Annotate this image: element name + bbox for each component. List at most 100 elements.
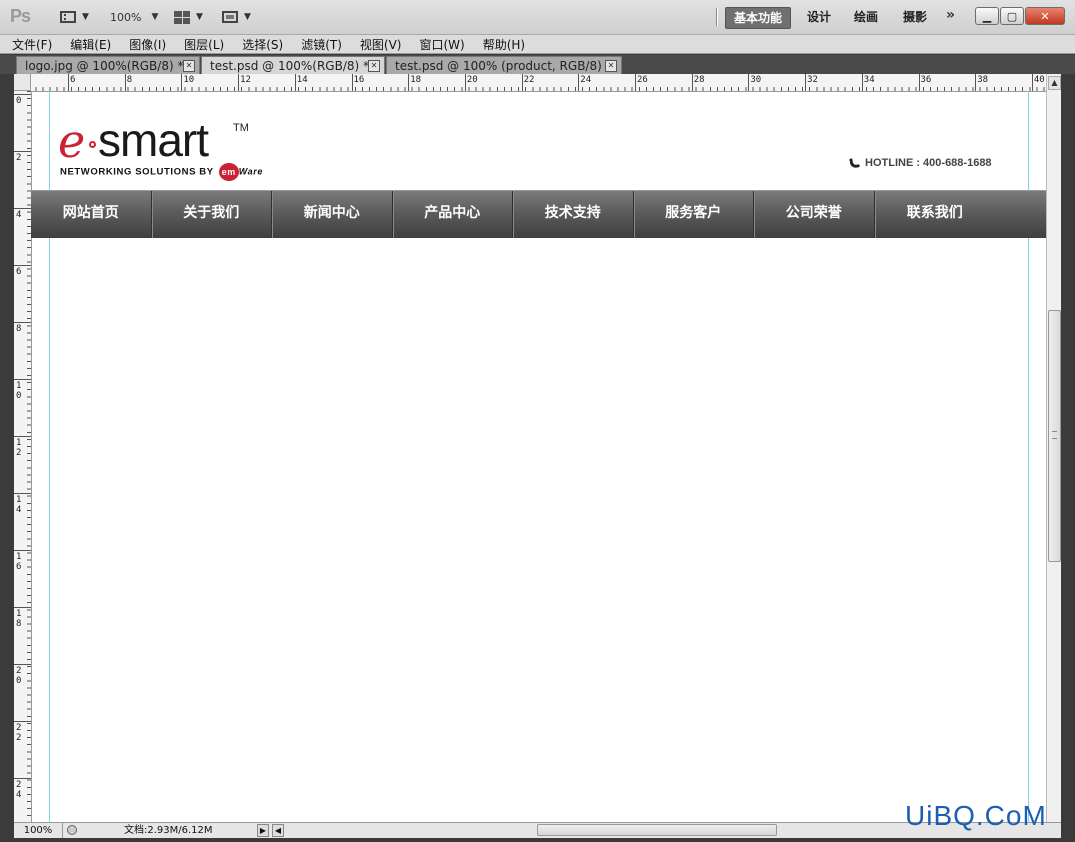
tab-test-psd[interactable]: test.psd @ 100%(RGB/8) * ✕ xyxy=(201,56,385,74)
nav-item-products[interactable]: 产品中心 xyxy=(393,191,513,238)
watermark: UiBQ.CoM xyxy=(905,800,1047,831)
ruler-tick xyxy=(238,74,240,91)
zoom-level-value: 100% xyxy=(110,10,142,24)
maximize-icon: ▢ xyxy=(1006,9,1018,23)
ruler-label: 6 xyxy=(70,75,76,85)
chevron-down-icon: ▼ xyxy=(244,12,251,22)
logo-trademark: TM xyxy=(233,122,249,134)
ruler-tick xyxy=(181,74,183,91)
ruler-label: 18 xyxy=(410,75,422,85)
ruler-label: 16 xyxy=(353,75,365,85)
zoom-options-icon[interactable] xyxy=(67,825,77,835)
ruler-label: 14 xyxy=(296,75,308,85)
zoom-level-select[interactable]: 100% ▼ xyxy=(110,8,158,26)
nav-item-contact[interactable]: 联系我们 xyxy=(875,191,996,238)
menu-layer[interactable]: 图层(L) xyxy=(184,36,224,53)
film-icon xyxy=(60,11,76,23)
more-workspaces-button[interactable]: » xyxy=(946,7,955,23)
workspace-design[interactable]: 设计 xyxy=(799,7,839,27)
ruler-tick xyxy=(14,379,31,380)
ruler-label: 20 xyxy=(16,666,22,686)
hotline: HOTLINE : 400-688-1688 xyxy=(850,157,992,169)
ruler-tick xyxy=(14,265,31,266)
ruler-label: 16 xyxy=(16,552,22,572)
ruler-label: 18 xyxy=(16,609,22,629)
vertical-scroll-thumb[interactable] xyxy=(1048,310,1061,562)
menu-file[interactable]: 文件(F) xyxy=(12,36,52,53)
tab-label: logo.jpg @ 100%(RGB/8) * xyxy=(25,58,184,73)
close-tab-icon[interactable]: ✕ xyxy=(183,60,195,72)
arrange-documents-button[interactable]: ▼ xyxy=(174,8,203,26)
scroll-up-icon[interactable]: ▲ xyxy=(1048,76,1061,90)
logo-e: e xyxy=(58,114,86,168)
nav-item-about[interactable]: 关于我们 xyxy=(152,191,272,238)
minimize-button[interactable]: ▁ xyxy=(975,7,999,25)
nav-item-service[interactable]: 服务客户 xyxy=(634,191,754,238)
ruler-label: 24 xyxy=(580,75,592,85)
ruler-tick xyxy=(14,607,31,608)
close-tab-icon[interactable]: ✕ xyxy=(605,60,617,72)
vertical-scrollbar[interactable]: ▲ xyxy=(1046,74,1061,822)
document-canvas[interactable]: 6 8 10 12 14 16 18 20 22 24 26 28 30 32 34 36 38 40 02468… xyxy=(14,74,1046,822)
screen-mode-icon xyxy=(222,11,238,23)
launch-bridge-button[interactable]: ▼ xyxy=(60,8,89,26)
ruler-tick xyxy=(975,74,977,91)
menu-filter[interactable]: 滤镜(T) xyxy=(301,36,342,53)
ruler-tick xyxy=(14,550,31,551)
ruler-tick xyxy=(578,74,580,91)
nav-item-support[interactable]: 技术支持 xyxy=(513,191,634,238)
menu-view[interactable]: 视图(V) xyxy=(360,36,402,53)
menu-window[interactable]: 窗口(W) xyxy=(419,36,464,53)
ruler-tick xyxy=(14,436,31,437)
ruler-tick xyxy=(351,74,353,91)
menu-image[interactable]: 图像(I) xyxy=(129,36,166,53)
ruler-tick xyxy=(805,74,807,91)
maximize-button[interactable]: ▢ xyxy=(1000,7,1024,25)
close-icon: ✕ xyxy=(1040,9,1050,23)
ruler-tick xyxy=(14,721,31,722)
workspace-painting[interactable]: 绘画 xyxy=(846,7,886,27)
scroll-left-icon[interactable]: ◀ xyxy=(272,824,284,837)
nav-item-honors[interactable]: 公司荣誉 xyxy=(754,191,875,238)
close-tab-icon[interactable]: ✕ xyxy=(368,60,380,72)
screen-mode-button[interactable]: ▼ xyxy=(222,8,251,26)
tab-logo-jpg[interactable]: logo.jpg @ 100%(RGB/8) * ✕ xyxy=(16,56,200,74)
status-bar: 100% 文档:2.93M/6.12M ▶ ◀ xyxy=(14,822,1061,838)
ruler-label: 38 xyxy=(977,75,989,85)
emware-badge: em xyxy=(218,163,239,181)
workspace-essentials[interactable]: 基本功能 xyxy=(725,7,792,29)
grip-icon xyxy=(1052,431,1057,439)
ruler-label: 4 xyxy=(16,210,22,220)
hotline-text: HOTLINE : 400-688-1688 xyxy=(865,157,992,169)
tab-test-psd-product[interactable]: test.psd @ 100% (product, RGB/8) * ✕ xyxy=(386,56,622,74)
ruler-tick xyxy=(635,74,636,91)
ruler-label: 24 xyxy=(16,780,22,800)
logo-tagline: NETWORKING SOLUTIONS BY em Ware xyxy=(60,163,263,181)
vertical-ruler[interactable]: 0 2 4 6 8 10 12 14 16 18 20 22 24 xyxy=(14,91,32,822)
ruler-origin[interactable] xyxy=(14,74,31,91)
nav-item-news[interactable]: 新闻中心 xyxy=(272,191,393,238)
ruler-label: 26 xyxy=(637,75,648,85)
status-menu-arrow-icon[interactable]: ▶ xyxy=(257,824,269,837)
ruler-label: 12 xyxy=(240,75,251,85)
menu-bar: 文件(F) 编辑(E) 图像(I) 图层(L) 选择(S) 滤镜(T) 视图(V… xyxy=(0,35,1075,54)
menu-edit[interactable]: 编辑(E) xyxy=(70,36,111,53)
ruler-label: 12 xyxy=(16,438,22,458)
ruler-label: 8 xyxy=(126,75,133,85)
logo-smart: smart xyxy=(98,114,209,166)
horizontal-scroll-thumb[interactable] xyxy=(537,824,777,836)
ruler-tick xyxy=(68,74,69,91)
ruler-label: 36 xyxy=(920,75,932,85)
tab-label: test.psd @ 100% (product, RGB/8) * xyxy=(395,58,612,73)
workspace-photography[interactable]: 摄影 xyxy=(895,7,935,27)
close-button[interactable]: ✕ xyxy=(1025,7,1065,25)
zoom-field[interactable]: 100% xyxy=(14,823,63,838)
tab-label: test.psd @ 100%(RGB/8) * xyxy=(210,58,370,73)
ruler-label: 22 xyxy=(16,723,22,743)
photoshop-logo: Ps xyxy=(10,6,31,26)
horizontal-ruler[interactable]: 6 8 10 12 14 16 18 20 22 24 26 28 30 32 34 36 38 40 xyxy=(14,74,1046,92)
nav-item-home[interactable]: 网站首页 xyxy=(31,191,152,238)
ruler-label: 6 xyxy=(16,267,22,277)
menu-select[interactable]: 选择(S) xyxy=(242,36,283,53)
menu-help[interactable]: 帮助(H) xyxy=(483,36,525,53)
